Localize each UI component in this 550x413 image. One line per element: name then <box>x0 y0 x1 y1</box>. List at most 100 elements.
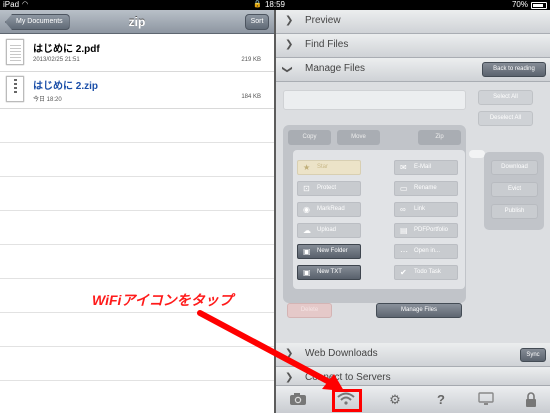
email-button[interactable]: ✉ E-Mail <box>394 160 458 175</box>
cloud-operations-panel: Download Evict Publish <box>484 152 544 230</box>
new-folder-icon: ▣ <box>303 247 311 256</box>
new-txt-button[interactable]: ▣ New TXT <box>297 265 361 280</box>
link-icon: ∞ <box>400 205 406 214</box>
empty-row <box>0 313 274 347</box>
star-button[interactable]: ★ Star <box>297 160 361 175</box>
cloud-icon <box>469 150 485 158</box>
markread-label: MarkRead <box>317 206 345 212</box>
sort-button[interactable]: Sort <box>245 14 269 30</box>
file-row-zip[interactable]: はじめに 2.zip 今日 18:20 184 KB <box>0 72 274 109</box>
file-browser-pane: My Documents zip Sort はじめに 2.pdf 2013/02… <box>0 10 274 413</box>
empty-row <box>0 211 274 245</box>
empty-row <box>0 347 274 381</box>
protect-label: Protect <box>317 185 337 191</box>
file-size: 184 KB <box>241 94 261 100</box>
web-downloads-section-header[interactable]: ❯ Web Downloads Sync <box>276 343 550 367</box>
pdfportfolio-button[interactable]: ▤ PDFPortfolio <box>394 223 458 238</box>
back-to-reading-button[interactable]: Back to reading <box>482 62 546 77</box>
file-name: はじめに 2.zip <box>33 81 99 92</box>
new-folder-button[interactable]: ▣ New Folder <box>297 244 361 259</box>
display-icon[interactable] <box>475 390 497 410</box>
new-folder-label: New Folder <box>317 248 348 254</box>
connect-servers-section-header[interactable]: ❯ Connect to Servers <box>276 367 550 386</box>
file-size: 219 KB <box>241 57 261 63</box>
bottom-toolbar: ⚙ ? <box>276 385 550 413</box>
email-label: E-Mail <box>414 164 432 170</box>
star-label: Star <box>317 164 329 170</box>
evict-button[interactable]: Evict <box>491 182 538 197</box>
cloud-upload-icon: ☁ <box>303 226 311 235</box>
manage-files-section-header[interactable]: ❯ Manage Files Back to reading <box>276 58 550 82</box>
file-date: 今日 18:20 <box>33 97 62 103</box>
file-name: はじめに 2.pdf <box>33 44 100 55</box>
wifi-highlight-box <box>332 389 362 412</box>
tools-pane: ❯ Preview ❯ Find Files ❯ Manage Files Ba… <box>276 10 550 413</box>
actions-grid: ★ Star ✉ E-Mail ⊡ Protect ▭ Rename ◉ MarkRead… <box>293 150 465 289</box>
select-all-button[interactable]: Select All <box>478 90 533 105</box>
upload-label: Upload <box>317 227 337 233</box>
todo-task-label: Todo Task <box>414 269 441 275</box>
rename-label: Rename <box>414 185 437 191</box>
manage-files-body: Select All Deselect All Copy Move Zip ★ S… <box>276 82 550 343</box>
connect-servers-label: Connect to Servers <box>305 372 391 383</box>
empty-row <box>0 109 274 143</box>
web-downloads-label: Web Downloads <box>305 348 378 359</box>
chevron-right-icon: ❯ <box>285 348 294 359</box>
lock-icon[interactable] <box>520 390 542 410</box>
preview-section-header[interactable]: ❯ Preview <box>276 10 550 34</box>
gear-icon[interactable]: ⚙ <box>384 390 406 410</box>
upload-button[interactable]: ☁ Upload <box>297 223 361 238</box>
empty-row <box>0 177 274 211</box>
status-time: 🔒 18:59 <box>0 0 550 10</box>
help-icon[interactable]: ? <box>430 390 452 410</box>
delete-button[interactable]: Delete <box>287 303 332 318</box>
selection-field[interactable] <box>283 90 466 110</box>
protect-button[interactable]: ⊡ Protect <box>297 181 361 196</box>
new-text-icon: ▣ <box>303 268 311 277</box>
empty-row <box>0 381 274 413</box>
find-files-label: Find Files <box>305 39 349 50</box>
mail-icon: ✉ <box>400 163 407 172</box>
find-files-section-header[interactable]: ❯ Find Files <box>276 34 550 58</box>
manage-files-button[interactable]: Manage Files <box>376 303 462 318</box>
move-tab[interactable]: Move <box>337 130 380 145</box>
open-in-button[interactable]: ⋯ Open in... <box>394 244 458 259</box>
zip-file-icon <box>6 76 24 102</box>
open-in-label: Open in... <box>414 248 441 254</box>
todo-task-button[interactable]: ✔ Todo Task <box>394 265 458 280</box>
star-icon: ★ <box>303 163 311 172</box>
link-button[interactable]: ∞ Link <box>394 202 458 217</box>
folder-title: zip <box>128 15 146 29</box>
link-label: Link <box>414 206 426 212</box>
status-bar: iPad ◠ 🔒 18:59 70% <box>0 0 550 10</box>
publish-button[interactable]: Publish <box>491 204 538 219</box>
lock-icon: ⊡ <box>303 184 310 193</box>
download-button[interactable]: Download <box>491 160 538 175</box>
sync-button[interactable]: Sync <box>520 348 546 362</box>
chevron-right-icon: ❯ <box>285 372 294 383</box>
copy-tab[interactable]: Copy <box>288 130 331 145</box>
empty-row <box>0 245 274 279</box>
status-time-text: 18:59 <box>264 0 286 9</box>
pdf-file-icon <box>6 39 24 65</box>
pdfportfolio-label: PDFPortfolio <box>414 227 449 233</box>
portfolio-icon: ▤ <box>400 226 408 235</box>
zip-tab[interactable]: Zip <box>418 130 461 145</box>
battery-percentage: 70% <box>511 0 528 9</box>
rename-button[interactable]: ▭ Rename <box>394 181 458 196</box>
file-operations-panel: Copy Move Zip ★ Star ✉ E-Mail ⊡ Protect ▭ Re… <box>283 125 466 303</box>
new-txt-label: New TXT <box>317 269 342 275</box>
status-lock-icon: 🔒 <box>253 1 262 8</box>
empty-row <box>0 143 274 177</box>
file-row-pdf[interactable]: はじめに 2.pdf 2013/02/25 21:51 219 KB <box>0 35 274 72</box>
markread-button[interactable]: ◉ MarkRead <box>297 202 361 217</box>
file-list: はじめに 2.pdf 2013/02/25 21:51 219 KB はじめに … <box>0 35 274 413</box>
deselect-all-button[interactable]: Deselect All <box>478 111 533 126</box>
checkmark-icon: ✔ <box>400 268 407 277</box>
chevron-right-icon: ❯ <box>285 39 294 50</box>
file-browser-navbar: My Documents zip Sort <box>0 10 274 34</box>
file-date: 2013/02/25 21:51 <box>33 57 80 63</box>
preview-label: Preview <box>305 15 341 26</box>
camera-icon[interactable] <box>287 390 309 410</box>
manage-files-label: Manage Files <box>305 63 366 74</box>
